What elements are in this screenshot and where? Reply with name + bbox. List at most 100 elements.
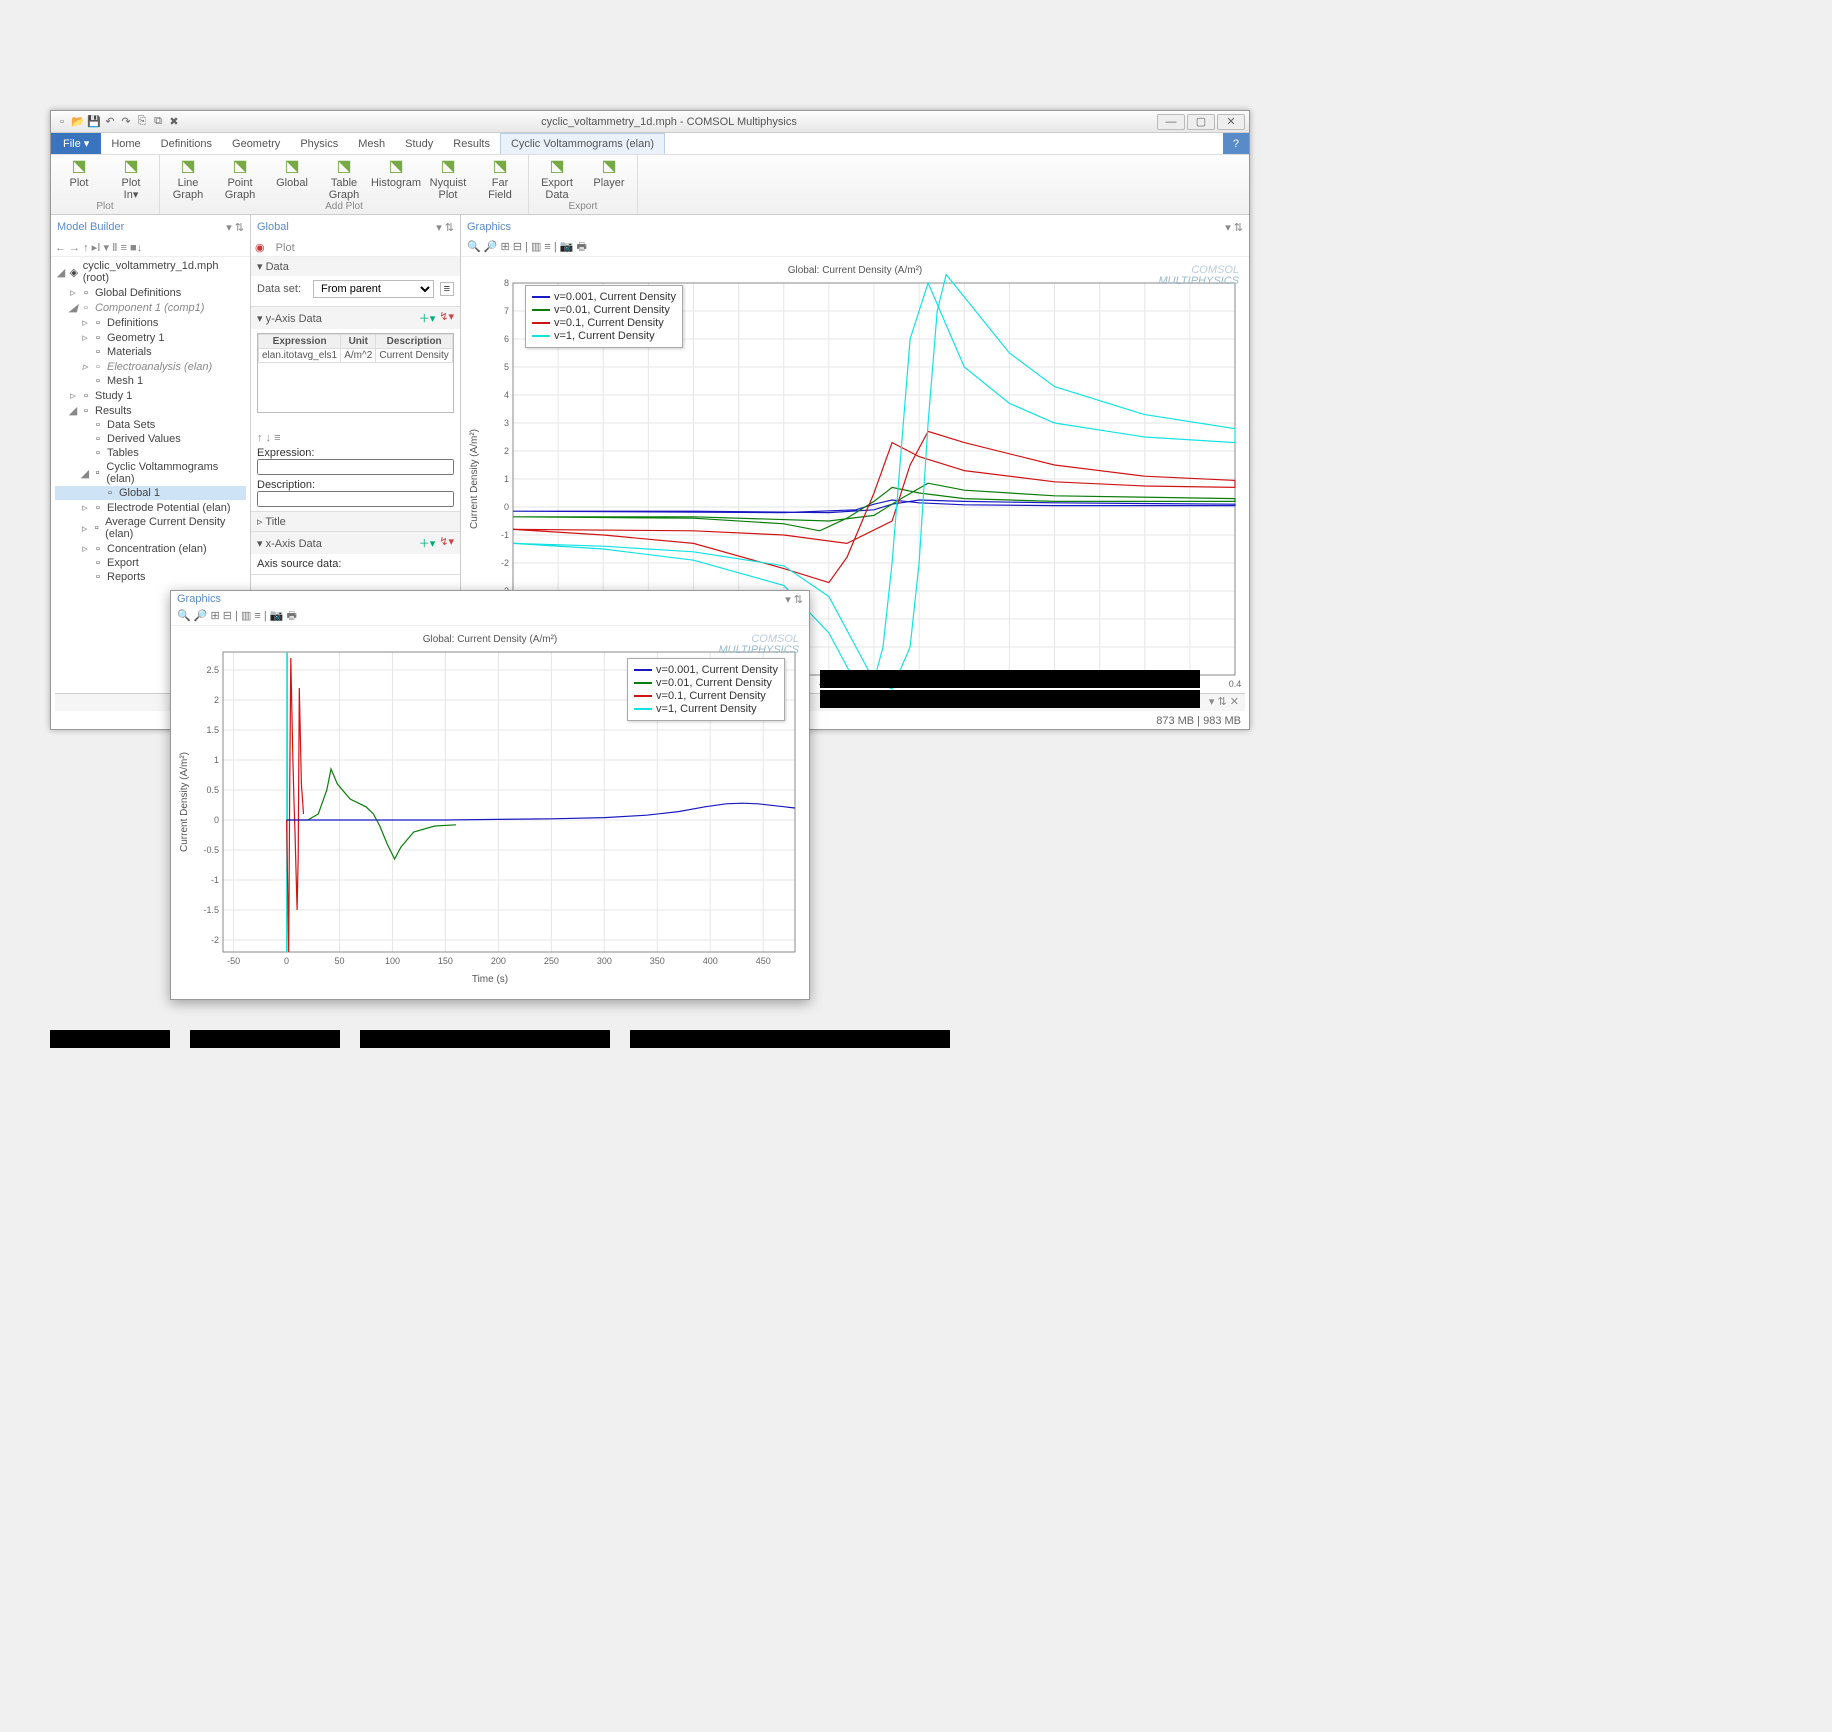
tree-node[interactable]: ◢▫Component 1 (comp1) xyxy=(55,300,246,315)
pin-icon[interactable]: ▾ ⇅ xyxy=(785,594,803,606)
pin-icon[interactable]: ▾ ⇅ xyxy=(436,221,454,234)
delete-icon[interactable]: ✖ xyxy=(167,115,181,129)
tree-node[interactable]: ▫Materials xyxy=(55,345,246,359)
dataset-select[interactable]: From parent xyxy=(313,280,434,298)
pin-icon[interactable]: ▾ ⇅ ✕ xyxy=(1209,696,1239,708)
svg-text:-0.5: -0.5 xyxy=(203,845,219,855)
tree-node[interactable]: ▫Mesh 1 xyxy=(55,374,246,388)
tree-node[interactable]: ▹▫Study 1 xyxy=(55,388,246,403)
model-builder-toolbar[interactable]: ← → ↑ ▸Ⅰ ▾ Ⅱ ≡ ■↓ xyxy=(51,239,250,257)
tree-node[interactable]: ▹▫Average Current Density (elan) xyxy=(55,515,246,541)
add-icon[interactable]: ＋▾ xyxy=(419,310,436,326)
ribbon-button[interactable]: ⬔Global xyxy=(270,157,314,189)
tree-node[interactable]: ▹▫Geometry 1 xyxy=(55,330,246,345)
tab-study[interactable]: Study xyxy=(395,133,443,154)
close-button[interactable]: ✕ xyxy=(1217,114,1245,130)
section-data-head[interactable]: Data xyxy=(266,261,289,273)
title-section[interactable]: ▹ Title xyxy=(251,512,460,532)
tree-node[interactable]: ▹▫Definitions xyxy=(55,315,246,330)
svg-text:350: 350 xyxy=(650,956,665,966)
section-xaxis-head[interactable]: x-Axis Data xyxy=(266,538,322,550)
ribbon-button[interactable]: ⬔Player xyxy=(587,157,631,189)
yaxis-row-toolbar[interactable]: ↑ ↓ ≡ xyxy=(257,432,454,444)
section-title-head[interactable]: Title xyxy=(265,516,285,528)
ribbon-button[interactable]: ⬔PointGraph xyxy=(218,157,262,201)
plot-label: Plot xyxy=(276,242,295,254)
tree-node[interactable]: ▫Data Sets xyxy=(55,418,246,432)
ribbon-button[interactable]: ⬔ExportData xyxy=(535,157,579,201)
yaxis-table[interactable]: Expression Unit Description elan.itotavg… xyxy=(257,333,454,413)
svg-text:7: 7 xyxy=(504,306,509,316)
window-title: cyclic_voltammetry_1d.mph - COMSOL Multi… xyxy=(181,116,1157,128)
copy-icon[interactable]: ⎘ xyxy=(135,115,149,129)
pin-icon[interactable]: ▾ ⇅ xyxy=(1225,221,1243,234)
tree-node[interactable]: ◢▫Cyclic Voltammograms (elan) xyxy=(55,460,246,486)
svg-text:0: 0 xyxy=(214,815,219,825)
cell-expression[interactable]: elan.itotavg_els1 xyxy=(259,349,341,363)
tab-results[interactable]: Results xyxy=(443,133,500,154)
svg-text:Global: Current Density (A/m²): Global: Current Density (A/m²) xyxy=(788,265,922,276)
section-yaxis-head[interactable]: y-Axis Data xyxy=(266,313,322,325)
ribbon-button[interactable]: ⬔PlotIn▾ xyxy=(109,157,153,201)
tree-node[interactable]: ▫Export xyxy=(55,556,246,570)
tree-node[interactable]: ▫Tables xyxy=(55,446,246,460)
time-chart[interactable]: Global: Current Density (A/m²)-500501001… xyxy=(175,630,805,986)
new-icon[interactable]: ▫ xyxy=(55,115,69,129)
tab-cyclic-voltammograms[interactable]: Cyclic Voltammograms (elan) xyxy=(500,133,665,154)
file-menu[interactable]: File ▾ xyxy=(51,133,101,154)
save-icon[interactable]: 💾 xyxy=(87,115,101,129)
redo-icon[interactable]: ↷ xyxy=(119,115,133,129)
description-input[interactable] xyxy=(257,491,454,507)
popup-toolbar[interactable]: 🔍 🔎 ⊞ ⊟ | ▥ ≡ | 📷 🖶 xyxy=(171,608,809,626)
cell-unit[interactable]: A/m^2 xyxy=(341,349,376,363)
tree-node[interactable]: ▹▫Electrode Potential (elan) xyxy=(55,500,246,515)
open-icon[interactable]: 📂 xyxy=(71,115,85,129)
plot-icon[interactable]: ◉ xyxy=(255,241,265,254)
replace-icon[interactable]: ↯▾ xyxy=(439,310,454,326)
tab-definitions[interactable]: Definitions xyxy=(151,133,222,154)
tab-mesh[interactable]: Mesh xyxy=(348,133,395,154)
ribbon-group: ⬔ExportData⬔PlayerExport xyxy=(529,155,638,214)
graphics-title: Graphics xyxy=(467,221,511,233)
pin-icon[interactable]: ▾ ⇅ xyxy=(226,221,244,234)
tree-node[interactable]: ▹▫Global Definitions xyxy=(55,285,246,300)
add-icon[interactable]: ＋▾ xyxy=(419,535,436,551)
hscrollbar[interactable] xyxy=(257,415,454,429)
graphics-toolbar[interactable]: 🔍 🔎 ⊞ ⊟ | ▥ ≡ | 📷 🖶 xyxy=(461,239,1249,257)
tree-root[interactable]: cyclic_voltammetry_1d.mph (root) xyxy=(83,260,246,284)
svg-text:2: 2 xyxy=(504,446,509,456)
ribbon-button[interactable]: ⬔Plot xyxy=(57,157,101,189)
undo-icon[interactable]: ↶ xyxy=(103,115,117,129)
tab-home[interactable]: Home xyxy=(101,133,150,154)
tree-node[interactable]: ▹▫Electroanalysis (elan) xyxy=(55,359,246,374)
maximize-button[interactable]: ▢ xyxy=(1187,114,1215,130)
axis-source-label: Axis source data: xyxy=(257,558,341,570)
minimize-button[interactable]: — xyxy=(1157,114,1185,130)
svg-text:Time (s): Time (s) xyxy=(472,974,508,985)
status-bar: 873 MB | 983 MB xyxy=(1148,713,1249,729)
svg-text:0.4: 0.4 xyxy=(1229,679,1242,689)
tree-node[interactable]: ▫Reports xyxy=(55,570,246,584)
ribbon-button[interactable]: ⬔Histogram xyxy=(374,157,418,189)
tree-node[interactable]: ▹▫Concentration (elan) xyxy=(55,541,246,556)
dataset-eval-icon[interactable]: ≡ xyxy=(440,282,454,296)
svg-text:2: 2 xyxy=(214,695,219,705)
cell-description[interactable]: Current Density xyxy=(376,349,453,363)
help-icon[interactable]: ? xyxy=(1223,133,1249,154)
ribbon-button[interactable]: ⬔TableGraph xyxy=(322,157,366,201)
replace-icon[interactable]: ↯▾ xyxy=(439,535,454,551)
tree-node[interactable]: ▫Global 1 xyxy=(55,486,246,500)
tree-node[interactable]: ◢▫Results xyxy=(55,403,246,418)
tree-node[interactable]: ▫Derived Values xyxy=(55,432,246,446)
expression-input[interactable] xyxy=(257,459,454,475)
svg-text:0: 0 xyxy=(504,502,509,512)
paste-icon[interactable]: ⧉ xyxy=(151,115,165,129)
tab-geometry[interactable]: Geometry xyxy=(222,133,290,154)
tab-physics[interactable]: Physics xyxy=(290,133,348,154)
col-description: Description xyxy=(376,335,453,349)
ribbon-button[interactable]: ⬔LineGraph xyxy=(166,157,210,201)
svg-text:200: 200 xyxy=(491,956,506,966)
svg-text:-50: -50 xyxy=(227,956,240,966)
ribbon-button[interactable]: ⬔NyquistPlot xyxy=(426,157,470,201)
ribbon-button[interactable]: ⬔FarField xyxy=(478,157,522,201)
